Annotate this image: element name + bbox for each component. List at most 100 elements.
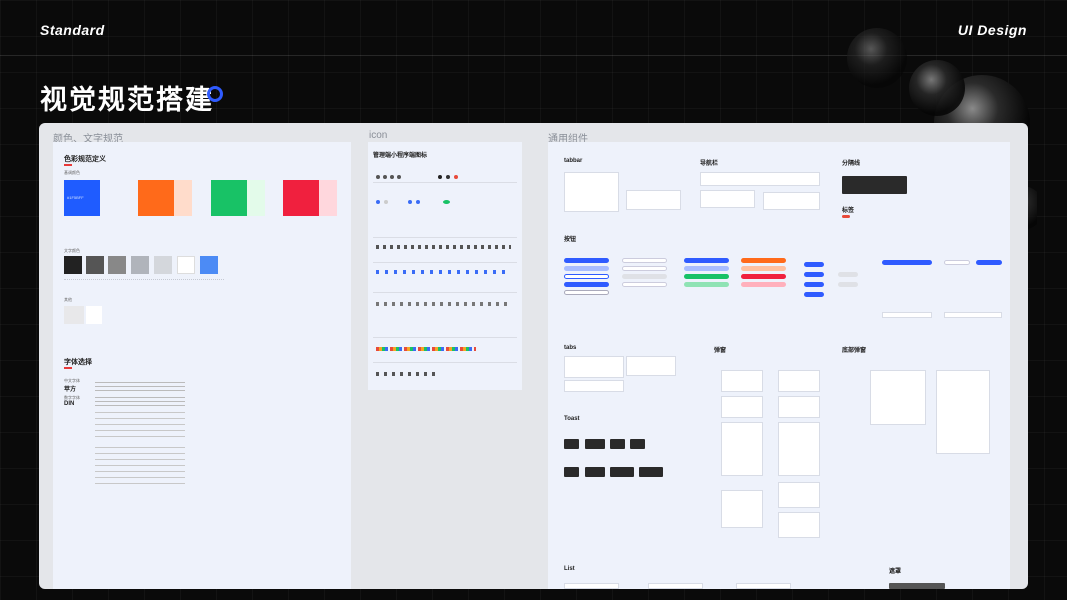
radio-icon bbox=[384, 200, 388, 204]
tabs-sample-3 bbox=[626, 356, 676, 376]
gray-swatch-2 bbox=[86, 256, 104, 274]
gray-swatch-6 bbox=[177, 256, 195, 274]
gray-swatch-3 bbox=[108, 256, 126, 274]
toast-sample bbox=[564, 439, 579, 449]
toast-sample bbox=[639, 467, 663, 477]
popup-sample bbox=[778, 512, 820, 538]
page-title: 视觉规范搭建 bbox=[40, 85, 214, 115]
gray-swatch-1 bbox=[64, 256, 82, 274]
icon-row-glyphs bbox=[376, 270, 511, 274]
popup-sample bbox=[778, 396, 820, 418]
primary-button-disabled bbox=[564, 266, 609, 271]
icon-row-divider-5 bbox=[373, 337, 517, 338]
color-spec-title: 色彩规范定义 bbox=[64, 156, 106, 163]
icon-sample bbox=[390, 175, 394, 179]
swatch-orange bbox=[138, 180, 174, 216]
swatch-red-light bbox=[319, 180, 337, 216]
compact-button-sample bbox=[976, 260, 1002, 265]
checkbox-icon bbox=[408, 200, 412, 204]
small-button-sample bbox=[804, 292, 824, 297]
primary-button-sample bbox=[564, 258, 609, 263]
bg-white-swatch bbox=[86, 306, 102, 324]
primary-button-sample bbox=[564, 282, 609, 287]
color-icon-row bbox=[376, 347, 476, 351]
gray-swatch-5 bbox=[154, 256, 172, 274]
list-sample bbox=[736, 583, 791, 589]
outline-button-sample bbox=[564, 290, 609, 295]
popup-sample bbox=[778, 482, 820, 508]
num-font-name: DIN bbox=[64, 401, 75, 407]
icon-row-divider-3 bbox=[373, 262, 517, 263]
font-title-accent bbox=[64, 367, 72, 369]
popup-title: 弹窗 bbox=[714, 348, 727, 354]
tag-sample bbox=[842, 215, 850, 218]
caption-rows bbox=[64, 279, 224, 280]
components-panel: tabbar 导航栏 分隔线 标签 按钮 tabs Toast 弹窗 底部弹窗 … bbox=[548, 142, 1010, 589]
red-button-sample bbox=[741, 274, 786, 279]
buttons-title: 按钮 bbox=[564, 237, 577, 243]
swatch-blue-light bbox=[100, 180, 118, 216]
small-gray-button bbox=[838, 282, 858, 287]
icon-row-divider-4 bbox=[373, 292, 517, 293]
tabbar-sample bbox=[564, 172, 619, 212]
green-light-button bbox=[684, 282, 729, 287]
toast-sample bbox=[610, 467, 634, 477]
icon-row-glyphs bbox=[376, 302, 511, 306]
icon-row-divider-2 bbox=[373, 237, 517, 238]
wide-button-sample bbox=[882, 260, 932, 265]
title-ring-icon bbox=[207, 86, 223, 102]
red-light-button bbox=[741, 282, 786, 287]
popup-sample bbox=[721, 422, 763, 476]
navbar-sample-3 bbox=[763, 192, 820, 210]
separator-title: 分隔线 bbox=[842, 161, 861, 167]
avatar-icon bbox=[446, 175, 450, 179]
popup-sample bbox=[721, 490, 763, 528]
tabs-title: tabs bbox=[564, 345, 577, 351]
section-label-icon: icon bbox=[369, 130, 388, 141]
navbar-sample-2 bbox=[700, 190, 755, 208]
compact-button-sample bbox=[944, 260, 970, 265]
swatch-orange-light bbox=[174, 180, 192, 216]
small-button-sample bbox=[804, 272, 824, 277]
popup-sample bbox=[721, 396, 763, 418]
other-colors-label: 其他 bbox=[64, 297, 72, 302]
radio-icon bbox=[376, 200, 380, 204]
tabbar-title: tabbar bbox=[564, 158, 583, 164]
icon-row-divider-6 bbox=[373, 362, 517, 363]
link-swatch bbox=[200, 256, 218, 274]
swatch-blue-hex: #1F5BFF bbox=[67, 195, 84, 200]
font-spec-rows-3 bbox=[95, 412, 185, 442]
brand-label: Standard bbox=[40, 22, 105, 38]
popup-sample bbox=[721, 370, 763, 392]
toast-sample bbox=[610, 439, 625, 449]
toast-sample bbox=[585, 467, 605, 477]
cn-font-name: 苹方 bbox=[64, 387, 77, 393]
icon-row-glyphs bbox=[376, 245, 511, 249]
ghost-button-sample bbox=[622, 258, 667, 263]
gray-swatch-4 bbox=[131, 256, 149, 274]
small-gray-button bbox=[838, 272, 858, 277]
checkbox-icon bbox=[416, 200, 420, 204]
orange-light-button bbox=[741, 266, 786, 271]
font-title: 字体选择 bbox=[64, 359, 92, 366]
blue-light-button bbox=[684, 266, 729, 271]
font-spec-rows-2 bbox=[95, 397, 185, 406]
popup-sample bbox=[778, 370, 820, 392]
font-spec-rows-1 bbox=[95, 382, 185, 391]
tabs-sample-2 bbox=[564, 380, 624, 392]
icon-panel-title: 管理端小程序端图标 bbox=[373, 153, 428, 159]
icon-sample bbox=[376, 175, 380, 179]
popup-sample bbox=[778, 422, 820, 476]
list-title: List bbox=[564, 566, 575, 572]
icon-row-divider-1 bbox=[373, 182, 517, 183]
bottom-popup-title: 底部弹窗 bbox=[842, 348, 867, 354]
bottom-popup-sample bbox=[936, 370, 990, 454]
design-board: 颜色、文字规范 icon 通用组件 色彩规范定义 基调颜色 #1F5BFF 文字… bbox=[39, 123, 1028, 589]
icon-panel: 管理端小程序端图标 bbox=[368, 142, 522, 390]
small-button-sample bbox=[804, 282, 824, 287]
swatch-red bbox=[283, 180, 319, 216]
swatch-green-light bbox=[247, 180, 265, 216]
blue-button-sample bbox=[684, 258, 729, 263]
icon-sample bbox=[397, 175, 401, 179]
switch-icon bbox=[443, 200, 450, 204]
